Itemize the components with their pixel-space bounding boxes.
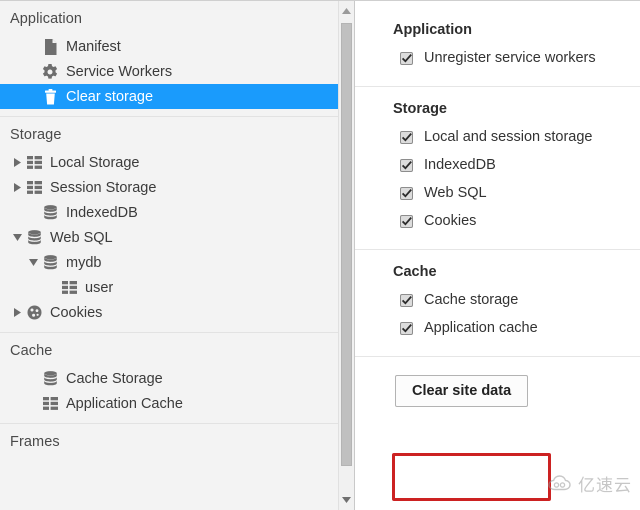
option-row-unregister-service-workers[interactable]: Unregister service workers [355,44,640,72]
table-icon [24,156,44,169]
checkbox-icon[interactable] [400,130,413,144]
checkbox-icon[interactable] [400,158,413,172]
table-icon [40,397,60,410]
option-row-web-sql[interactable]: Web SQL [355,179,640,207]
red-highlight-annotation [392,453,551,501]
table-icon [24,181,44,194]
tree-item-label: Web SQL [50,229,113,246]
tree-item-session-storage[interactable]: Session Storage [0,175,354,200]
table-icon [59,281,79,294]
checkbox-icon[interactable] [400,293,413,307]
scroll-up-arrow-icon[interactable] [339,3,354,19]
option-label: Unregister service workers [424,50,596,66]
clear-storage-options-panel: Application Unregister service workers Sto… [355,1,640,510]
option-label: Cookies [424,213,477,229]
tree-item-manifest[interactable]: Manifest [0,34,354,59]
option-label: Local and session storage [424,129,593,145]
database-icon [40,205,60,220]
tree-section-cache: Cache Cache Storage Application Cache [0,333,354,424]
cloud-logo-icon [548,474,571,490]
option-row-application-cache[interactable]: Application cache [355,314,640,342]
option-group-cache: Cache Cache storage Application cache [355,250,640,357]
tree-item-label: Cookies [50,304,103,321]
tree-item-application-cache[interactable]: Application Cache [0,391,354,416]
checkbox-icon[interactable] [400,186,413,200]
scroll-down-arrow-icon[interactable] [339,492,354,508]
chevron-down-icon[interactable] [26,258,40,267]
option-label: IndexedDB [424,157,496,173]
tree-item-cache-storage[interactable]: Cache Storage [0,366,354,391]
tree-item-label: mydb [66,254,102,271]
tree-section-title: Application [10,11,83,27]
storage-tree: Application Manifest Service Workers Clear … [0,1,354,464]
tree-section-frames: Frames [0,424,354,464]
option-label: Web SQL [424,185,487,201]
tree-item-label: Manifest [66,38,121,55]
tree-item-label: Session Storage [50,179,157,196]
tree-item-service-workers[interactable]: Service Workers [0,59,354,84]
tree-section-title: Cache [10,343,53,359]
tree-item-label: Clear storage [66,88,154,105]
tree-section-application: Application Manifest Service Workers Clear … [0,1,354,117]
tree-item-indexeddb[interactable]: IndexedDB [0,200,354,225]
option-label: Cache storage [424,292,519,308]
chevron-right-icon[interactable] [10,183,24,192]
document-icon [40,38,60,55]
option-group-title: Cache [393,264,437,280]
scrollbar-thumb[interactable] [341,23,352,466]
storage-tree-panel: Application Manifest Service Workers Clear … [0,1,355,510]
chevron-down-icon[interactable] [10,233,24,242]
option-group-title: Application [393,22,472,38]
clear-site-data-area: Clear site data [355,357,640,407]
trash-icon [40,88,60,105]
watermark-text: 亿速云 [578,476,632,496]
tree-item-web-sql[interactable]: Web SQL [0,225,354,250]
tree-item-label: IndexedDB [66,204,138,221]
tree-scrollbar[interactable] [338,1,354,510]
tree-section-title: Storage [10,127,62,143]
watermark: 亿速云 [548,471,632,496]
tree-item-label: Service Workers [66,63,173,80]
clear-storage-option-groups: Application Unregister service workers Sto… [355,1,640,357]
option-group-storage: Storage Local and session storage IndexedD… [355,87,640,250]
option-group-application: Application Unregister service workers [355,1,640,87]
checkbox-icon[interactable] [400,214,413,228]
chevron-right-icon[interactable] [10,158,24,167]
tree-item-label: Local Storage [50,154,140,171]
database-icon [40,371,60,386]
clear-site-data-button[interactable]: Clear site data [395,375,529,407]
option-label: Application cache [424,320,538,336]
tree-item-label: Cache Storage [66,370,163,387]
tree-section-storage: Storage Local Storage Session Storage Index… [0,117,354,333]
checkbox-icon[interactable] [400,321,413,335]
tree-item-local-storage[interactable]: Local Storage [0,150,354,175]
gear-icon [40,63,60,80]
option-group-title: Storage [393,101,447,117]
devtools-application-panel: Application Manifest Service Workers Clear … [0,0,640,510]
cookie-icon [24,305,44,320]
tree-section-title: Frames [10,434,60,450]
chevron-right-icon[interactable] [10,308,24,317]
option-row-indexeddb[interactable]: IndexedDB [355,151,640,179]
option-row-cookies[interactable]: Cookies [355,207,640,235]
option-row-cache-storage[interactable]: Cache storage [355,286,640,314]
checkbox-icon[interactable] [400,51,413,65]
tree-item-cookies[interactable]: Cookies [0,300,354,325]
database-icon [40,255,60,270]
option-row-local-and-session-storage[interactable]: Local and session storage [355,123,640,151]
tree-item-clear-storage[interactable]: Clear storage [0,84,343,109]
tree-item-label: user [85,279,114,296]
tree-item-label: Application Cache [66,395,183,412]
database-icon [24,230,44,245]
tree-item-mydb[interactable]: mydb [0,250,354,275]
tree-item-user[interactable]: user [0,275,354,300]
